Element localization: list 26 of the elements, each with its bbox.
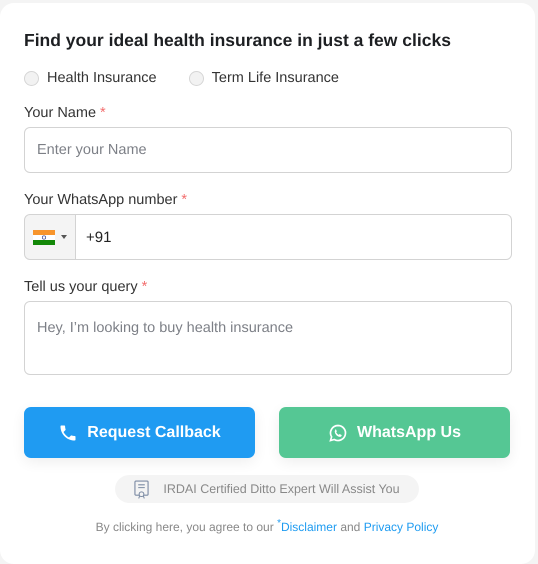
disclaimer-link[interactable]: $^{*}$Disclaimer [277,520,337,534]
required-mark: * [100,105,106,121]
field-label: Your WhatsApp number [24,192,178,208]
badge-text: IRDAI Certified Ditto Expert Will Assist You [163,482,400,496]
phone-field[interactable]: +91 [76,214,512,260]
radio-button[interactable] [24,70,39,86]
insurance-option[interactable]: Term Life Insurance [188,70,339,86]
required-mark: * [142,279,148,295]
request-callback-button[interactable]: Request Callback [24,407,255,458]
insurance-option[interactable]: Health Insurance [24,70,157,86]
field-label: Your Name [24,105,96,121]
whatsapp-button[interactable]: WhatsApp Us [279,407,510,458]
query-field[interactable]: Hey, I’m looking to buy health insurance [24,301,512,375]
form-title: Find your ideal health insurance in just a few clicks [24,29,452,51]
required-mark: * [181,192,188,208]
name-field[interactable]: Enter your Name [24,127,512,173]
country-picker[interactable] [24,214,76,260]
privacy-policy-link[interactable]: Privacy Policy [364,520,438,534]
radio-button[interactable] [188,70,204,86]
whatsapp-icon [328,422,348,442]
field-label: Tell us your query [24,279,138,295]
certificate-icon [134,480,150,498]
caret-icon [61,235,67,239]
phone-icon [58,422,78,442]
consent-text: By clicking here, you agree to our $^{*}$Disclaimer and Privacy Policy [94,518,440,534]
flag-icon [33,230,55,244]
